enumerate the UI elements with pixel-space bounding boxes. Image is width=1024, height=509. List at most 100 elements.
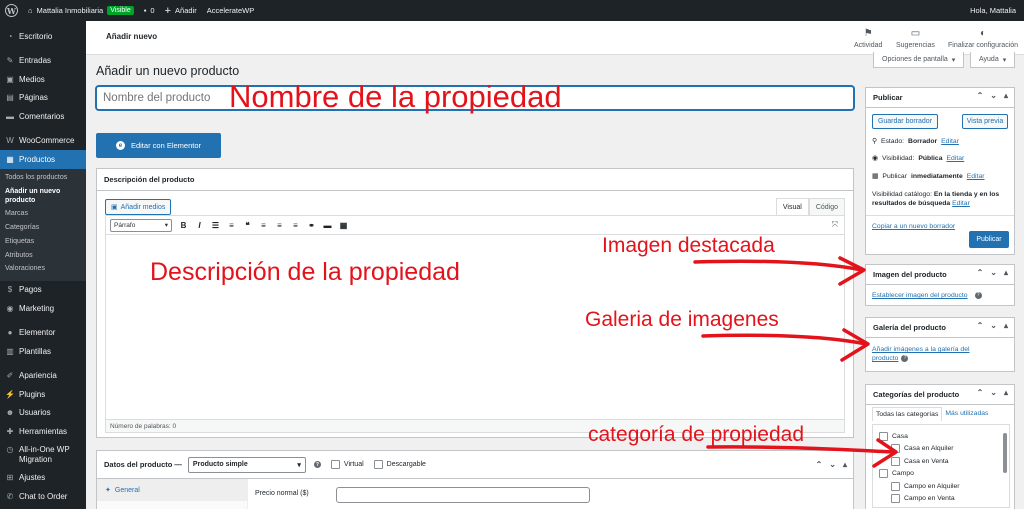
help-icon[interactable]: ? — [974, 292, 982, 300]
menu-herramientas[interactable]: ✚ Herramientas — [0, 422, 86, 441]
downloadable-checkbox[interactable] — [373, 460, 383, 469]
tab-most-used[interactable]: Más utilizadas — [942, 407, 991, 421]
regular-price-input[interactable] — [336, 487, 590, 503]
chevron-up-icon[interactable]: ⌃ — [977, 388, 984, 397]
menu-apariencia[interactable]: ✐ Apariencia — [0, 367, 86, 386]
menu-pagos[interactable]: $ Pagos — [0, 281, 86, 300]
menu-escritorio[interactable]: ◔ Escritorio — [0, 27, 86, 46]
bold-icon[interactable]: B — [179, 221, 188, 230]
menu-chat[interactable]: ✆ Chat to Order — [0, 487, 86, 506]
category-checkbox[interactable] — [879, 469, 888, 479]
tab-visual[interactable]: Visual — [775, 198, 809, 215]
chevron-down-icon[interactable]: ⌄ — [990, 321, 997, 330]
screen-options-button[interactable]: Opciones de pantalla ▾ — [873, 52, 965, 68]
format-select[interactable]: Párrafo ▾ — [110, 218, 172, 232]
virtual-option[interactable]: Virtual — [330, 460, 364, 469]
chevron-up-icon[interactable]: ⌃ — [977, 91, 984, 100]
tab-all-categories[interactable]: Todas las categorías — [872, 407, 943, 421]
category-item[interactable]: Casa en Alquiler — [879, 443, 1009, 456]
category-item[interactable]: Campo en Venta — [879, 493, 1009, 506]
tab-code[interactable]: Código — [808, 198, 845, 215]
category-item[interactable]: Campo — [879, 468, 1009, 481]
add-gallery-images-link[interactable]: Añadir imágenes a la galería del product… — [872, 346, 969, 362]
menu-usuarios[interactable]: ☻ Usuarios — [0, 404, 86, 423]
bullet-list-icon[interactable]: ☰ — [211, 221, 220, 230]
category-item[interactable]: Casa en Venta — [879, 455, 1009, 468]
toolbar-toggle-icon[interactable]: ▦ — [339, 221, 348, 230]
menu-comentarios[interactable]: ▬ Comentarios — [0, 107, 86, 126]
align-right-icon[interactable]: ≡ — [291, 221, 300, 230]
edit-visibility-link[interactable]: Editar — [947, 154, 965, 163]
submenu-attributes[interactable]: Atributos — [0, 249, 86, 263]
virtual-checkbox[interactable] — [330, 460, 340, 469]
activity-button[interactable]: ⚑ Actividad — [854, 26, 882, 50]
chevron-up-icon[interactable]: ⌃ — [977, 268, 984, 277]
menu-woocommerce[interactable]: W WooCommerce — [0, 132, 86, 151]
menu-ajustes[interactable]: ⊞ Ajustes — [0, 469, 86, 488]
menu-paginas[interactable]: ▤ Páginas — [0, 89, 86, 108]
submenu-all-products[interactable]: Todos los productos — [0, 172, 86, 186]
caret-up-icon[interactable]: ▴ — [1004, 268, 1008, 277]
acceleratewp-menu[interactable]: AccelerateWP — [202, 0, 260, 21]
publish-button[interactable]: Publicar — [969, 231, 1009, 248]
chevron-up-icon[interactable]: ⌃ — [816, 460, 823, 469]
finish-setup-button[interactable]: ◐ Finalizar configuración — [948, 26, 1018, 50]
edit-status-link[interactable]: Editar — [941, 137, 959, 146]
edit-with-elementor-button[interactable]: e Editar con Elementor — [96, 133, 221, 158]
category-item[interactable]: Casa — [879, 430, 1009, 443]
caret-up-icon[interactable]: ▴ — [843, 460, 847, 469]
chevron-down-icon[interactable]: ⌄ — [829, 460, 836, 469]
blockquote-icon[interactable]: ❝ — [243, 221, 252, 230]
chevron-down-icon[interactable]: ⌄ — [990, 388, 997, 397]
save-draft-button[interactable]: Guardar borrador — [872, 114, 938, 129]
wp-logo-menu[interactable]: W — [0, 0, 23, 21]
site-name-menu[interactable]: ⌂ Mattalia Inmobiliaria Visible — [23, 0, 139, 21]
menu-migration[interactable]: ◷ All-in-One WP Migration — [0, 441, 86, 469]
submenu-brands[interactable]: Marcas — [0, 208, 86, 222]
italic-icon[interactable]: I — [195, 221, 204, 230]
fullscreen-icon[interactable]: ⤧ — [832, 220, 838, 230]
menu-marketing[interactable]: ◉ Marketing — [0, 299, 86, 318]
edit-catalog-link[interactable]: Editar — [952, 200, 970, 207]
suggestions-button[interactable]: ▭ Sugerencias — [896, 26, 935, 50]
submenu-tags[interactable]: Etiquetas — [0, 235, 86, 249]
chevron-up-icon[interactable]: ⌃ — [977, 321, 984, 330]
menu-medios[interactable]: ▣ Medios — [0, 70, 86, 89]
caret-up-icon[interactable]: ▴ — [1004, 388, 1008, 397]
chevron-down-icon[interactable]: ⌄ — [990, 268, 997, 277]
category-scrollbar[interactable] — [1003, 433, 1007, 473]
comments-menu[interactable]: ▪ 0 — [139, 0, 160, 21]
tab-general[interactable]: ✦ General — [97, 479, 247, 501]
product-type-select[interactable]: Producto simple ▾ — [187, 456, 306, 473]
menu-plugins[interactable]: ⚡ Plugins — [0, 385, 86, 404]
link-icon[interactable]: ⚭ — [307, 221, 316, 230]
align-center-icon[interactable]: ≡ — [275, 221, 284, 230]
add-media-button[interactable]: ▣ Añadir medios — [105, 199, 172, 215]
category-checkbox[interactable] — [891, 444, 900, 454]
copy-to-draft-link[interactable]: Copiar a un nuevo borrador — [872, 222, 955, 231]
help-icon[interactable]: ? — [901, 354, 909, 362]
edit-schedule-link[interactable]: Editar — [967, 172, 985, 181]
set-product-image-link[interactable]: Establecer imagen del producto — [872, 291, 968, 300]
new-content-menu[interactable]: + Añadir — [160, 0, 202, 21]
account-menu[interactable]: Hola, Mattalia — [965, 0, 1024, 21]
caret-up-icon[interactable]: ▴ — [1004, 91, 1008, 100]
category-checkbox[interactable] — [891, 494, 900, 504]
category-checkbox[interactable] — [879, 431, 888, 441]
category-checkbox[interactable] — [891, 456, 900, 466]
submenu-add-product[interactable]: Añadir un nuevo producto — [0, 185, 86, 208]
category-item[interactable]: Campo en Alquiler — [879, 480, 1009, 493]
submenu-categories[interactable]: Categorías — [0, 222, 86, 236]
menu-entradas[interactable]: ✎ Entradas — [0, 52, 86, 71]
category-checkbox[interactable] — [891, 481, 900, 491]
submenu-reviews[interactable]: Valoraciones — [0, 263, 86, 277]
help-button[interactable]: Ayuda ▾ — [970, 52, 1016, 68]
menu-elementor[interactable]: ● Elementor — [0, 324, 86, 343]
numbered-list-icon[interactable]: ≡ — [227, 221, 236, 230]
menu-productos[interactable]: ▦ Productos — [0, 150, 86, 169]
help-icon[interactable]: ? — [313, 461, 321, 468]
caret-up-icon[interactable]: ▴ — [1004, 321, 1008, 330]
preview-button[interactable]: Vista previa — [962, 114, 1008, 129]
chevron-down-icon[interactable]: ⌄ — [990, 91, 997, 100]
read-more-icon[interactable]: ▬ — [323, 221, 332, 230]
